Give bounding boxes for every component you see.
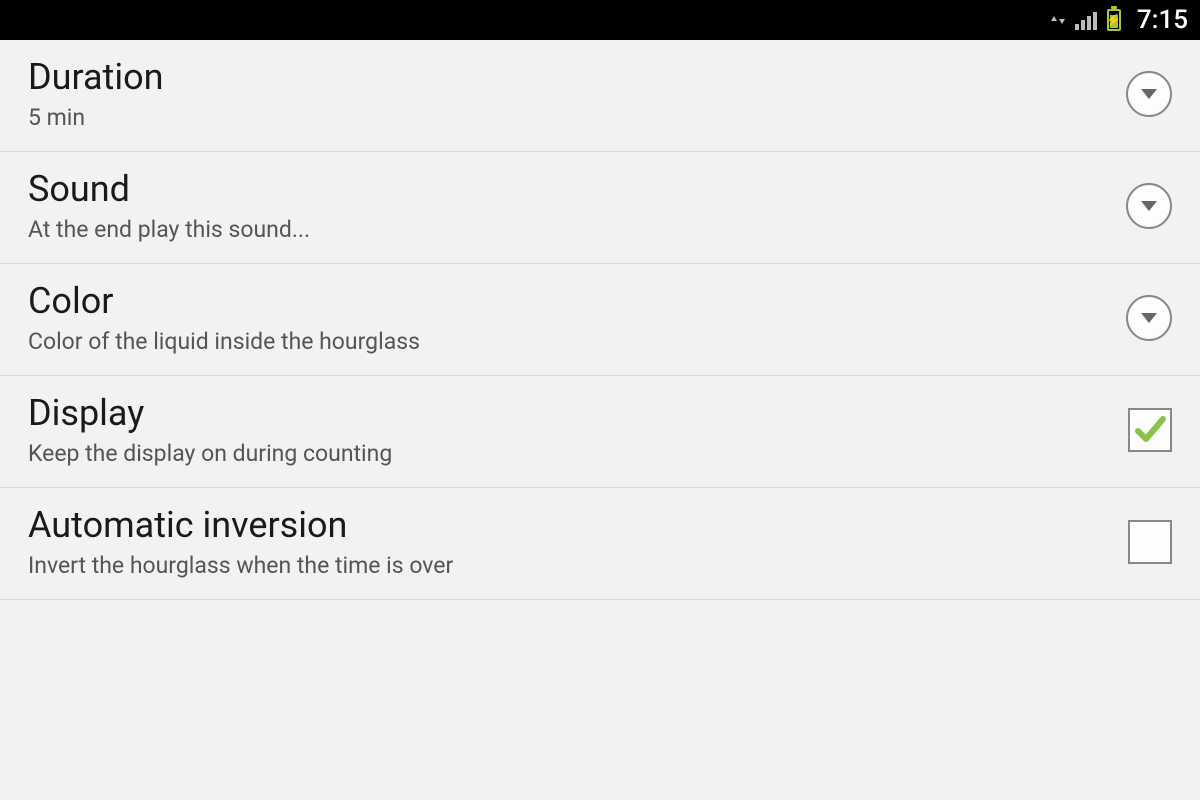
setting-color[interactable]: Color Color of the liquid inside the hou… <box>0 264 1200 376</box>
setting-sound-title: Sound <box>28 168 310 210</box>
setting-sound[interactable]: Sound At the end play this sound... <box>0 152 1200 264</box>
setting-autoinvert-subtitle: Invert the hourglass when the time is ov… <box>28 552 453 579</box>
checkbox-checked-icon[interactable] <box>1128 408 1172 452</box>
setting-color-subtitle: Color of the liquid inside the hourglass <box>28 328 420 355</box>
setting-sound-subtitle: At the end play this sound... <box>28 216 310 243</box>
dropdown-icon[interactable] <box>1126 71 1172 117</box>
setting-color-title: Color <box>28 280 420 322</box>
setting-automatic-inversion[interactable]: Automatic inversion Invert the hourglass… <box>0 488 1200 600</box>
setting-duration-title: Duration <box>28 56 164 98</box>
network-data-icon <box>1051 16 1065 24</box>
status-time: 7:15 <box>1137 5 1188 35</box>
battery-icon: ⚡ <box>1107 9 1121 31</box>
setting-display-subtitle: Keep the display on during counting <box>28 440 392 467</box>
checkbox-unchecked-icon[interactable] <box>1128 520 1172 564</box>
setting-display-title: Display <box>28 392 392 434</box>
status-bar: ⚡ 7:15 <box>0 0 1200 40</box>
setting-duration-subtitle: 5 min <box>28 104 164 131</box>
dropdown-icon[interactable] <box>1126 295 1172 341</box>
signal-icon <box>1075 10 1097 30</box>
setting-duration[interactable]: Duration 5 min <box>0 40 1200 152</box>
settings-list: Duration 5 min Sound At the end play thi… <box>0 40 1200 600</box>
dropdown-icon[interactable] <box>1126 183 1172 229</box>
setting-display[interactable]: Display Keep the display on during count… <box>0 376 1200 488</box>
setting-autoinvert-title: Automatic inversion <box>28 504 453 546</box>
